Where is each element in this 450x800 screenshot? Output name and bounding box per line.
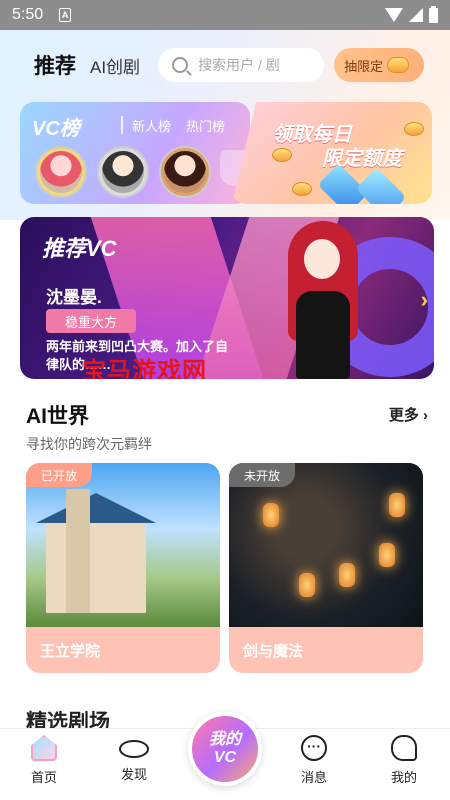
character-illustration — [282, 217, 364, 379]
tab-new-rank[interactable]: 新人榜 — [132, 116, 171, 135]
tab-hot-rank[interactable]: 热门榜 — [186, 116, 225, 135]
banner-title: 推荐VC — [42, 236, 117, 261]
search-placeholder: 搜索用户 / 剧 — [198, 57, 280, 73]
world-card[interactable]: 已开放 王立学院 — [26, 463, 220, 673]
nav-home[interactable]: 首页 — [14, 735, 74, 786]
tab-recommend[interactable]: 推荐 — [34, 50, 76, 80]
status-time: 5:50 — [12, 6, 44, 23]
nav-messages[interactable]: 消息 — [284, 735, 344, 786]
nav-label: 发现 — [120, 767, 147, 782]
world-card[interactable]: 未开放 剑与魔法 — [229, 463, 423, 673]
coin-icon — [387, 57, 410, 73]
search-icon — [172, 57, 189, 73]
gem-icon — [355, 167, 407, 204]
world-name: 王立学院 — [26, 627, 220, 673]
daily-quota-card[interactable]: 领取每日 限定额度 — [232, 102, 432, 204]
character-name: 沈墨晏. — [46, 288, 102, 307]
profile-icon — [391, 735, 417, 761]
search-input[interactable]: 搜索用户 / 剧 — [158, 48, 325, 82]
avatar[interactable] — [37, 148, 85, 196]
character-tag: 稳重大方 — [46, 309, 136, 333]
my-vc-button[interactable]: 我的 VC — [188, 712, 262, 786]
tab-ai-drama[interactable]: AI创剧 — [90, 53, 140, 78]
center-line2: VC — [213, 749, 237, 766]
sim-icon: A — [59, 8, 72, 22]
home-icon — [31, 735, 57, 761]
recommend-vc-banner[interactable]: 推荐VC 沈墨晏. 稳重大方 两年前来到凹凸大赛。加入了自律队的…… › 宝马游… — [20, 217, 434, 379]
coin-icon — [272, 148, 292, 162]
world-image — [229, 463, 423, 627]
nav-profile[interactable]: 我的 — [374, 735, 434, 786]
coin-icon — [404, 122, 424, 136]
battery-icon — [429, 5, 438, 23]
chevron-right-icon[interactable]: › — [421, 287, 428, 313]
top-header: 推荐 AI创剧 搜索用户 / 剧 抽限定 — [0, 40, 450, 90]
signal-icon — [409, 8, 423, 22]
chevron-right-icon: › — [423, 407, 428, 424]
status-badge: 未开放 — [229, 463, 295, 487]
nav-discover[interactable]: 发现 — [104, 735, 164, 783]
avatar[interactable] — [161, 148, 209, 196]
avatar[interactable] — [99, 148, 147, 196]
planet-icon — [119, 740, 149, 758]
next-section-title: 精选剧场 — [26, 704, 116, 728]
status-bar: 5:50 A — [0, 0, 450, 30]
section-subtitle: 寻找你的跨次元羁绊 — [26, 436, 152, 452]
status-badge: 已开放 — [26, 463, 92, 487]
world-image — [26, 463, 220, 627]
nav-label: 我的 — [390, 770, 417, 785]
section-title: AI世界 — [26, 405, 89, 428]
rank-title: VC榜 — [32, 118, 80, 140]
wifi-icon — [385, 8, 403, 22]
next-section-label: 精选剧场 — [26, 711, 110, 728]
watermark: 宝马游戏网 — [82, 358, 207, 379]
nav-label: 首页 — [30, 770, 57, 785]
center-line1: 我的 — [208, 731, 241, 748]
more-link[interactable]: 更多 › — [389, 404, 428, 425]
more-label: 更多 — [388, 407, 419, 424]
message-icon — [301, 735, 327, 761]
status-icons — [385, 5, 438, 23]
coin-icon — [292, 182, 312, 196]
lottery-label: 抽限定 — [344, 58, 384, 74]
lottery-button[interactable]: 抽限定 — [334, 48, 425, 82]
world-name: 剑与魔法 — [229, 627, 423, 673]
nav-label: 消息 — [300, 770, 327, 785]
divider — [121, 116, 123, 134]
vc-rank-card[interactable]: VC榜 新人榜 热门榜 — [20, 102, 250, 204]
